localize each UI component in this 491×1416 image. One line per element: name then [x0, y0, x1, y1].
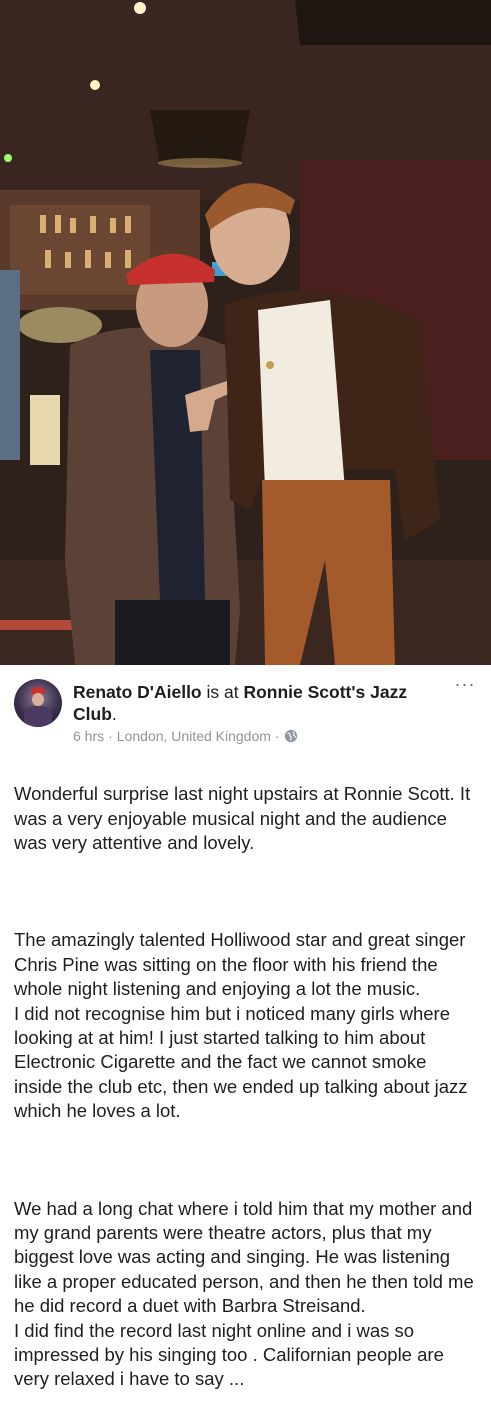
photo-illustration: [0, 0, 491, 665]
post-photo[interactable]: [0, 0, 491, 665]
meta-separator-2: ·: [274, 728, 280, 744]
post-title: Renato D'Aiello is at Ronnie Scott's Jaz…: [73, 681, 433, 725]
more-options-icon[interactable]: ···: [453, 675, 477, 695]
title-period: .: [111, 704, 117, 724]
post-body: Wonderful surprise last night upstairs a…: [0, 745, 491, 1416]
globe-icon[interactable]: [284, 729, 298, 743]
post-location[interactable]: London, United Kingdom: [117, 728, 271, 744]
post-paragraph: We had a long chat where i told him that…: [14, 1197, 474, 1390]
post-header: Renato D'Aiello is at Ronnie Scott's Jaz…: [0, 665, 491, 745]
post-timestamp[interactable]: 6 hrs: [73, 728, 104, 744]
author-avatar[interactable]: [14, 679, 62, 727]
author-name-link[interactable]: Renato D'Aiello: [73, 682, 202, 702]
title-connector: is at: [201, 682, 244, 702]
meta-separator: ·: [108, 728, 113, 744]
post-paragraph: The amazingly talented Holliwood star an…: [14, 929, 468, 1122]
post-paragraph: Wonderful surprise last night upstairs a…: [14, 783, 471, 854]
post-meta: 6 hrs · London, United Kingdom ·: [73, 728, 298, 744]
